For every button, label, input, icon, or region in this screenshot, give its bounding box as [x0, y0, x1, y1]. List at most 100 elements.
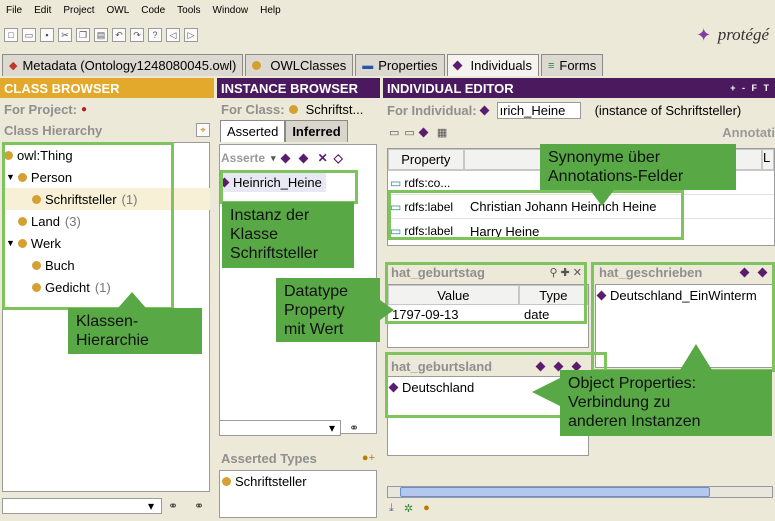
instance-search-input[interactable]	[219, 420, 341, 436]
horizontal-scrollbar[interactable]	[387, 486, 773, 498]
tab-individuals-label: Individuals	[470, 58, 532, 73]
open-file-icon[interactable]: ▭	[22, 28, 36, 42]
for-class-label: For Class:	[221, 101, 285, 117]
protege-logo-icon: ✦	[696, 24, 712, 45]
header-controls[interactable]: + - F T	[730, 83, 771, 93]
class-hierarchy-label: Class Hierarchy	[4, 122, 103, 138]
callout-datatype: Datatype Property mit Wert	[276, 278, 380, 342]
scrollbar-thumb[interactable]	[400, 487, 710, 497]
column-header-property: Property	[388, 149, 464, 170]
individual-icon	[479, 105, 490, 115]
dropdown-arrow-icon[interactable]: ▾	[271, 153, 276, 164]
callout-pointer	[118, 292, 146, 308]
annotation-icon: ▭	[390, 175, 402, 190]
menu-edit[interactable]: Edit	[28, 5, 57, 16]
menu-bar: File Edit Project OWL Code Tools Window …	[0, 0, 775, 20]
redo-icon[interactable]: ↷	[130, 28, 144, 42]
toolbar: □ ▭ ▪ ✂ ❐ ▤ ↶ ↷ ? ◁ ▷	[0, 20, 775, 50]
tab-metadata[interactable]: ◆ Metadata (Ontology1248080045.owl)	[2, 54, 244, 76]
new-file-icon[interactable]: □	[4, 28, 18, 42]
settings-icon[interactable]: ✲	[404, 502, 413, 515]
callout-klassen-hierarchie: Klassen- Hierarchie	[68, 308, 202, 354]
class-add-icon[interactable]: ●	[423, 502, 430, 515]
class-browser-title: CLASS BROWSER	[0, 78, 214, 98]
callout-pointer	[380, 300, 394, 320]
asserted-types-list: Schriftsteller	[219, 470, 377, 518]
delete-instance-icon[interactable]: ✕	[318, 151, 328, 165]
class-icon	[222, 476, 231, 486]
undo-icon[interactable]: ↶	[112, 28, 126, 42]
hierarchy-options-icon[interactable]: ⌖	[196, 123, 210, 137]
logo-text: protégé	[717, 25, 769, 44]
save-icon[interactable]: ▪	[40, 28, 54, 42]
tab-properties[interactable]: ▬ Properties	[355, 54, 445, 76]
project-icon: ●	[80, 103, 88, 115]
instance-browser-title: INSTANCE BROWSER	[217, 78, 380, 98]
instance-options-icon[interactable]: ◇	[334, 151, 343, 165]
menu-tools[interactable]: Tools	[171, 5, 206, 16]
annotation-rows-highlight	[388, 190, 684, 240]
metadata-icon: ◆	[9, 60, 18, 72]
tab-individuals[interactable]: Individuals	[446, 54, 539, 76]
class-icon	[252, 61, 262, 70]
for-individual-label: For Individual:	[387, 102, 477, 118]
import-icon[interactable]: ⤓	[389, 502, 394, 515]
instance-highlight	[220, 170, 358, 204]
tab-bar: ◆ Metadata (Ontology1248080045.owl) OWLC…	[0, 52, 775, 76]
callout-instanz: Instanz der Klasse Schriftsteller	[222, 202, 354, 268]
class-hierarchy-highlight	[2, 142, 174, 310]
find-class-icon[interactable]: ⚭	[168, 499, 178, 513]
dropdown-arrow-icon[interactable]: ▾	[329, 421, 335, 435]
menu-code[interactable]: Code	[135, 5, 171, 16]
individual-name-field[interactable]: ırich_Heine	[496, 101, 581, 119]
callout-synonyme: Synonyme über Annotations-Felder	[540, 144, 736, 190]
menu-window[interactable]: Window	[207, 5, 255, 16]
add-type-icon[interactable]: ●+	[362, 452, 375, 464]
asserted-types-title: Asserted Types	[221, 450, 317, 466]
find-next-icon[interactable]: ⚭	[194, 499, 204, 513]
menu-file[interactable]: File	[0, 5, 28, 16]
callout-object-properties: Object Properties: Verbindung zu anderen…	[560, 370, 772, 436]
for-class-value: Schriftst...	[305, 101, 364, 117]
cut-icon[interactable]: ✂	[58, 28, 72, 42]
menu-owl[interactable]: OWL	[100, 5, 135, 16]
menu-help[interactable]: Help	[254, 5, 287, 16]
class-icon	[288, 104, 298, 114]
search-icon[interactable]: ?	[148, 28, 162, 42]
class-search-input[interactable]	[2, 498, 162, 514]
property-icon: ▬	[362, 59, 374, 72]
grid-icon[interactable]: ▦	[437, 126, 447, 139]
annotations-label: Annotati	[722, 124, 775, 140]
tab-forms[interactable]: ≡ Forms	[540, 54, 604, 76]
tab-properties-label: Properties	[378, 58, 438, 73]
callout-pointer	[590, 190, 614, 206]
instance-list-header: Asserte	[221, 151, 266, 165]
tab-inferred[interactable]: Inferred	[285, 120, 348, 142]
add-value-icon[interactable]	[418, 127, 429, 137]
paste-icon[interactable]: ▤	[94, 28, 108, 42]
individual-editor-title: INDIVIDUAL EDITOR	[387, 80, 514, 96]
instance-of-label: (instance of Schriftsteller)	[594, 102, 742, 118]
tab-owlclasses[interactable]: OWLClasses	[245, 54, 354, 76]
edit-annotation-icon[interactable]: ▭	[404, 126, 414, 139]
dropdown-arrow-icon[interactable]: ▾	[148, 499, 154, 513]
copy-instance-icon[interactable]	[298, 153, 309, 163]
new-annotation-icon[interactable]: ▭	[389, 126, 399, 139]
individual-icon	[452, 60, 462, 71]
tab-forms-label: Forms	[559, 58, 597, 73]
forward-icon[interactable]: ▷	[184, 28, 198, 42]
copy-icon[interactable]: ❐	[76, 28, 90, 42]
annotation-property-label: rdfs:co...	[404, 175, 451, 190]
callout-pointer	[532, 378, 560, 406]
add-instance-icon[interactable]	[280, 153, 291, 163]
annotation-property: ▭ rdfs:co...	[388, 176, 464, 190]
tab-asserted[interactable]: Asserted	[220, 120, 286, 142]
callout-pointer	[680, 344, 712, 370]
tab-metadata-label: Metadata (Ontology1248080045.owl)	[22, 58, 237, 73]
asserted-type-item[interactable]: Schriftsteller	[220, 471, 376, 491]
find-instance-icon[interactable]: ⚭	[349, 421, 359, 435]
menu-project[interactable]: Project	[57, 5, 100, 16]
column-header-lang: L	[762, 149, 774, 170]
tab-owlclasses-label: OWLClasses	[270, 58, 347, 73]
back-icon[interactable]: ◁	[166, 28, 180, 42]
